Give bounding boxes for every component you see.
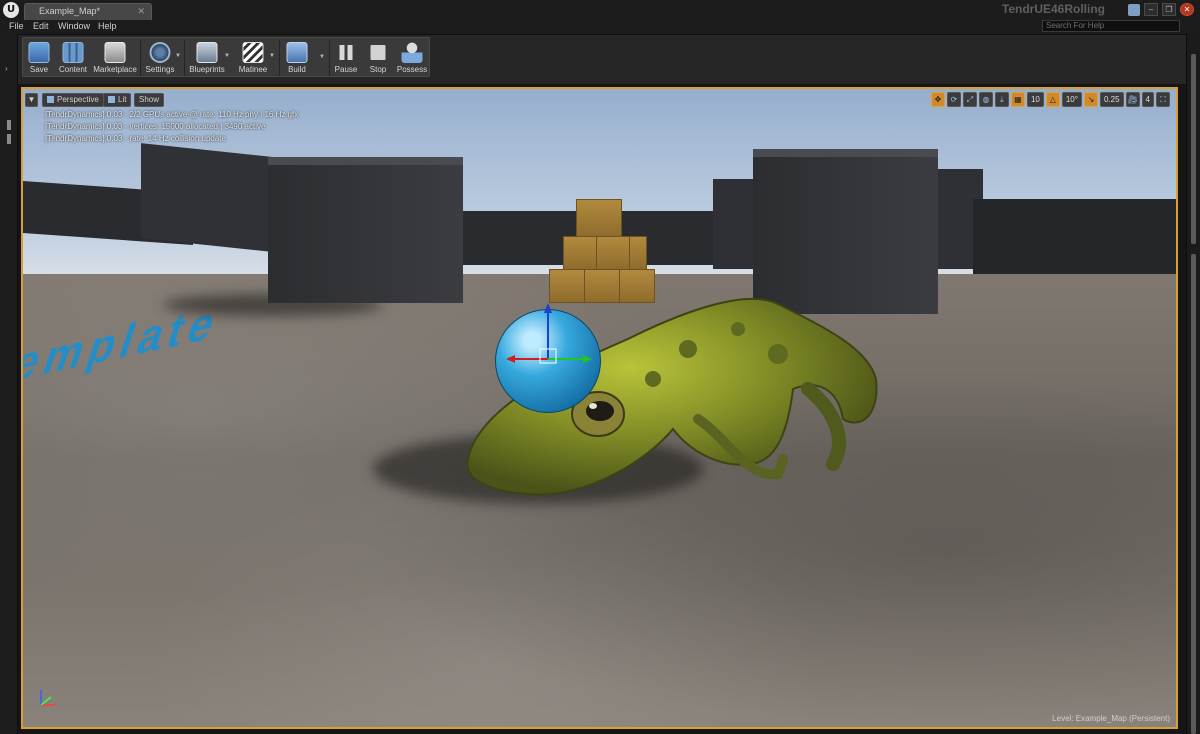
title-bar: U Example_Map* ✕ TendrUE46Rolling – ❐ ✕	[0, 0, 1200, 20]
blueprints-button[interactable]: Blueprints ▼	[188, 38, 230, 78]
panel-tab-marker[interactable]	[7, 120, 11, 130]
menu-window[interactable]: Window	[58, 20, 90, 33]
grid-snap-icon[interactable]: ▦	[1010, 92, 1025, 107]
camera-speed-value[interactable]: 4	[1141, 92, 1154, 107]
content-browser-icon	[62, 42, 84, 63]
content-button[interactable]: Content	[55, 38, 91, 78]
toolbar-separator	[184, 40, 185, 76]
close-window-button[interactable]: ✕	[1180, 3, 1194, 16]
expand-chevron-icon[interactable]: ›	[5, 64, 8, 73]
stat-line: [TendrDynamics] 0.03 - rate: 14 Hz colli…	[45, 134, 226, 143]
pause-button[interactable]: Pause	[333, 38, 359, 78]
matinee-button[interactable]: Matinee ▼	[235, 38, 275, 78]
matinee-dropdown-arrow-icon[interactable]: ▼	[269, 53, 275, 59]
stop-icon	[370, 45, 386, 60]
crate	[563, 236, 597, 270]
project-name: TendrUE46Rolling	[1001, 2, 1105, 16]
blueprints-dropdown-arrow-icon[interactable]: ▼	[224, 53, 230, 59]
camera-speed-icon[interactable]: 🎥︎	[1125, 92, 1140, 107]
build-dropdown-arrow-icon[interactable]: ▼	[319, 54, 325, 60]
transform-gizmo[interactable]	[503, 301, 593, 371]
scene-cube	[268, 157, 463, 303]
viewport-snap-toolbar: ✥ ⟳ ⤢ ◍ ⤓ ▦ 10 △ 10° ↘ 0.25 🎥︎ 4 ⛶	[930, 92, 1170, 107]
rotation-snap-value[interactable]: 10°	[1061, 92, 1082, 107]
right-panel-scrollbar[interactable]	[1186, 34, 1200, 734]
toolbar-separator	[140, 40, 141, 76]
menu-edit[interactable]: Edit	[33, 20, 49, 33]
minimize-button[interactable]: –	[1144, 3, 1158, 16]
lit-icon	[108, 96, 115, 103]
translate-mode-icon[interactable]: ✥	[930, 92, 945, 107]
build-icon	[286, 42, 308, 63]
grid-snap-value[interactable]: 10	[1026, 92, 1044, 107]
possess-button[interactable]: Possess	[395, 38, 429, 78]
crate	[629, 236, 647, 270]
rotate-mode-icon[interactable]: ⟳	[946, 92, 961, 107]
menu-file[interactable]: File	[9, 20, 24, 33]
level-label: Level: Example_Map (Persistent)	[1052, 714, 1170, 723]
scrollbar-thumb[interactable]	[1191, 254, 1196, 734]
toolbar-separator	[279, 40, 280, 76]
restore-button[interactable]: ❐	[1162, 3, 1176, 16]
feedback-icon[interactable]	[1128, 4, 1140, 16]
scale-mode-icon[interactable]: ⤢	[962, 92, 977, 107]
panel-tab-marker[interactable]	[7, 134, 11, 144]
perspective-button[interactable]: Perspective	[42, 93, 104, 107]
menu-help[interactable]: Help	[98, 20, 117, 33]
crate	[596, 236, 630, 270]
menu-bar: File Edit Window Help Search For Help	[0, 20, 1200, 34]
maximize-viewport-icon[interactable]: ⛶	[1156, 92, 1170, 107]
stat-line: [TendrDynamics] 0.03 - vertices: 15000 a…	[45, 122, 266, 131]
settings-icon	[149, 42, 171, 63]
settings-dropdown-arrow-icon[interactable]: ▼	[175, 53, 181, 59]
scrollbar-thumb[interactable]	[1191, 54, 1196, 244]
marketplace-icon	[104, 42, 126, 63]
unreal-logo-icon[interactable]: U	[3, 2, 19, 18]
show-button[interactable]: Show	[134, 93, 165, 107]
lit-button[interactable]: Lit	[103, 93, 132, 107]
save-button[interactable]: Save	[25, 38, 53, 78]
close-tab-icon[interactable]: ✕	[137, 4, 145, 19]
save-icon	[28, 42, 50, 63]
viewport-options-dropdown[interactable]: ▼	[25, 93, 38, 107]
level-editor-toolbar: Save Content Marketplace Settings ▼ Blue…	[22, 37, 430, 77]
window-controls: – ❐ ✕	[1128, 3, 1194, 16]
document-tab-example-map[interactable]: Example_Map* ✕	[24, 3, 152, 20]
left-collapse-panel: ›	[0, 34, 18, 734]
axis-indicator-icon	[40, 690, 55, 706]
pause-icon	[336, 42, 357, 63]
rotation-snap-icon[interactable]: △	[1045, 92, 1060, 107]
stat-line: [TendrDynamics] 0.03 - 2/2 GPUs active @…	[45, 110, 299, 119]
build-button[interactable]: Build	[283, 38, 311, 78]
document-tab-label: Example_Map*	[39, 6, 101, 16]
blueprints-icon	[196, 42, 218, 63]
possess-icon	[401, 42, 423, 63]
scene-wall	[973, 199, 1176, 275]
matinee-icon	[242, 42, 264, 63]
surface-snap-icon[interactable]: ⤓	[994, 92, 1009, 107]
stop-button[interactable]: Stop	[365, 38, 391, 78]
scale-snap-value[interactable]: 0.25	[1099, 92, 1124, 107]
crate	[576, 199, 622, 237]
toolbar-separator	[329, 40, 330, 76]
search-help-input[interactable]: Search For Help	[1042, 20, 1180, 32]
marketplace-button[interactable]: Marketplace	[93, 38, 137, 78]
settings-button[interactable]: Settings ▼	[143, 38, 181, 78]
scale-snap-icon[interactable]: ↘	[1083, 92, 1098, 107]
perspective-icon	[47, 96, 54, 103]
world-local-icon[interactable]: ◍	[978, 92, 993, 107]
level-viewport[interactable]: emplate ▼ Perspective Lit Show [TendrDyn…	[21, 87, 1178, 729]
